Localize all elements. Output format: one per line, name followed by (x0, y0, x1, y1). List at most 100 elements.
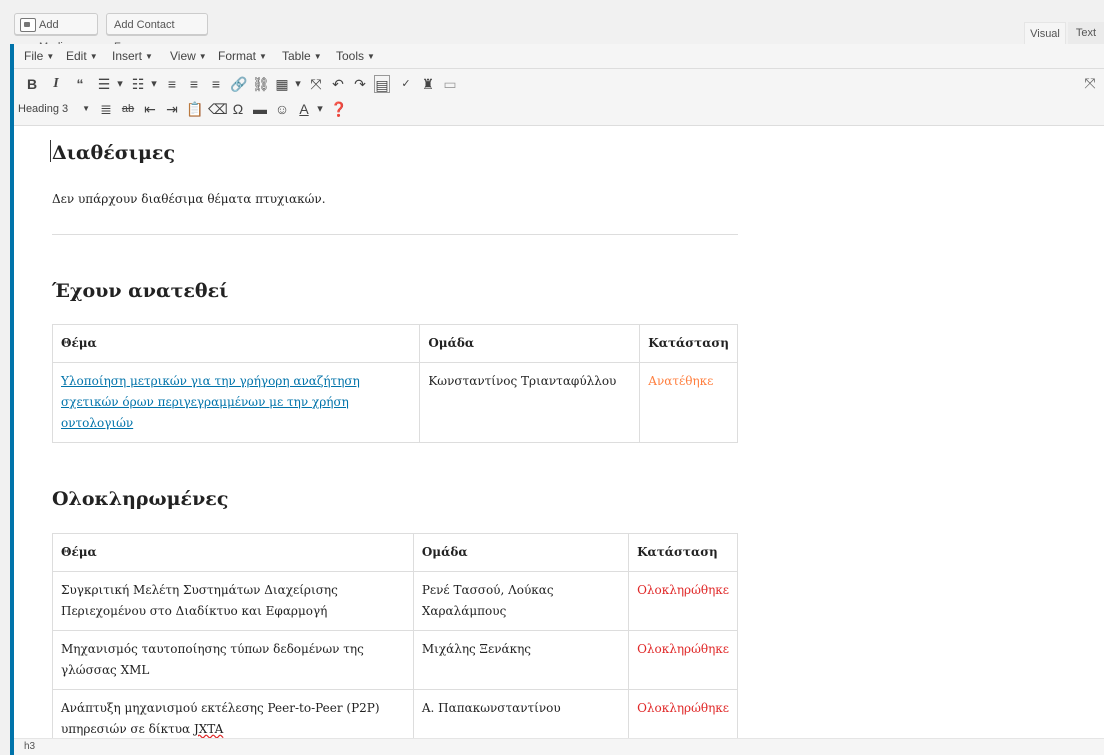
menu-edit[interactable]: Edit ▼ (66, 49, 98, 63)
group-cell: Α. Παπακωνσταντίνου (412, 689, 630, 739)
add-contact-form-button[interactable]: Add Contact Form (106, 13, 208, 53)
table-row: Μηχανισμός ταυτοποίησης τύπων δεδομένων … (52, 630, 738, 690)
menu-format[interactable]: Format ▼ (218, 49, 267, 63)
distraction-free-icon[interactable]: ⤧ (1082, 74, 1098, 92)
editor-statusbar: h3 (14, 738, 1104, 755)
editor-menubar: File ▼ Edit ▼ Insert ▼ View ▼ Format ▼ Table ▼… (14, 44, 1104, 69)
menu-format-label: Format (218, 49, 257, 63)
fullscreen-icon[interactable]: ⤧ (308, 75, 324, 93)
table-row: Συγκριτική Μελέτη Συστημάτων Διαχείρισης… (52, 571, 738, 631)
column-header: Κατάσταση (639, 324, 738, 363)
chevron-down-icon: ▼ (198, 52, 207, 61)
help-icon[interactable]: ❓ (330, 100, 347, 118)
menu-view-label: View (170, 49, 196, 63)
table-icon[interactable]: ▦ (274, 75, 290, 93)
group-cell: Ρενέ Τασσού, Λούκας Χαραλάμπους (412, 571, 630, 631)
topic-cell: Υλοποίηση μετρικών για την γρήγορη αναζή… (51, 362, 421, 443)
menu-tools[interactable]: Tools ▼ (336, 49, 375, 63)
status-cell: Ολοκληρώθηκε (628, 630, 738, 690)
table-header-row: Θέμα Ομάδα Κατάσταση (51, 324, 738, 363)
group-cell: Κωνσταντίνος Τριανταφύλλου (419, 362, 641, 443)
spelling-flagged-word: JXTA (193, 722, 224, 736)
chevron-down-icon: ▼ (259, 52, 267, 61)
group-cell: Μιχάλης Ξενάκης (412, 630, 630, 690)
available-text: Δεν υπάρχουν διαθέσιμα θέματα πτυχιακών. (52, 192, 326, 206)
column-header: Κατάσταση (628, 533, 738, 572)
column-header: Θέμα (51, 324, 421, 363)
stamp-icon[interactable]: ♜ (420, 75, 436, 93)
text-cursor (50, 140, 51, 162)
menu-insert[interactable]: Insert ▼ (112, 49, 153, 63)
menu-tools-label: Tools (336, 49, 365, 63)
format-select[interactable]: Heading 3 ▼ (18, 100, 90, 118)
clear-format-icon[interactable]: ⌫ (208, 100, 228, 118)
completed-table: Θέμα Ομάδα Κατάσταση Συγκριτική Μελέτη Σ… (52, 533, 738, 739)
assigned-table: Θέμα Ομάδα Κατάσταση Υλοποίηση μετρικών … (51, 324, 738, 443)
media-buttons-bar: Add Media Add Contact Form Visual Text (0, 0, 1104, 53)
divider (52, 442, 738, 443)
editor-toolbar: B I “ ☰ ▾ ☷ ▾ ≡ ≡ ≡ 🔗 ⛓ ▦ ▾ ⤧ ↶ ↷ ▤ ✓ ♜ … (14, 69, 1104, 126)
menu-file[interactable]: File ▼ (24, 49, 54, 63)
menu-file-label: File (24, 49, 44, 63)
justify-icon[interactable]: ≣ (98, 100, 114, 118)
emoji-icon[interactable]: ☺ (274, 100, 290, 118)
horizontal-rule-icon[interactable]: ▬ (252, 100, 268, 118)
media-icon[interactable]: ▭ (442, 75, 458, 93)
topic-cell: Ανάπτυξη μηχανισμού εκτέλεσης Peer-to-Pe… (52, 689, 414, 739)
bullet-list-icon[interactable]: ☰ (96, 75, 112, 93)
column-header: Ομάδα (412, 533, 630, 572)
chevron-down-icon[interactable]: ▾ (290, 75, 306, 93)
add-media-button[interactable]: Add Media (14, 13, 98, 53)
chevron-down-icon[interactable]: ▾ (146, 75, 162, 93)
chevron-down-icon[interactable]: ▾ (112, 75, 128, 93)
chevron-down-icon: ▼ (313, 52, 322, 61)
spellcheck-icon[interactable]: ✓ (398, 75, 414, 93)
align-left-icon[interactable]: ≡ (164, 75, 180, 93)
outdent-icon[interactable]: ⇤ (142, 100, 158, 118)
format-select-value: Heading 3 (18, 103, 69, 115)
editor-frame: File ▼ Edit ▼ Insert ▼ View ▼ Format ▼ Table ▼… (10, 44, 1104, 755)
tab-visual[interactable]: Visual (1024, 22, 1066, 44)
tab-text[interactable]: Text (1068, 22, 1104, 44)
table-row: Ανάπτυξη μηχανισμού εκτέλεσης Peer-to-Pe… (52, 689, 738, 739)
status-cell: Ολοκληρώθηκε (628, 571, 738, 631)
table-row: Υλοποίηση μετρικών για την γρήγορη αναζή… (51, 362, 738, 443)
chevron-down-icon[interactable]: ▾ (312, 100, 328, 118)
unlink-icon[interactable]: ⛓ (252, 75, 270, 93)
status-cell: Ολοκληρώθηκε (628, 689, 738, 739)
heading-available: Διαθέσιμες (52, 142, 176, 164)
paste-text-icon[interactable]: 📋 (186, 100, 203, 118)
align-center-icon[interactable]: ≡ (186, 75, 202, 93)
divider (52, 234, 738, 235)
undo-icon[interactable]: ↶ (330, 75, 346, 93)
numbered-list-icon[interactable]: ☷ (130, 75, 146, 93)
heading-assigned: Έχουν ανατεθεί (52, 280, 229, 302)
menu-view[interactable]: View ▼ (170, 49, 207, 63)
bold-icon[interactable]: B (24, 75, 40, 93)
topic-link[interactable]: Υλοποίηση μετρικών για την γρήγορη αναζή… (61, 374, 360, 430)
omega-icon[interactable]: Ω (230, 100, 246, 118)
media-icon (20, 18, 36, 32)
heading-completed: Ολοκληρωμένες (52, 488, 229, 510)
text-color-icon[interactable]: A (296, 100, 312, 118)
column-header: Θέμα (52, 533, 414, 572)
element-path[interactable]: h3 (24, 741, 35, 752)
redo-icon[interactable]: ↷ (352, 75, 368, 93)
italic-icon[interactable]: I (48, 75, 64, 93)
indent-icon[interactable]: ⇥ (164, 100, 180, 118)
align-right-icon[interactable]: ≡ (208, 75, 224, 93)
status-cell: Ανατέθηκε (639, 362, 738, 443)
link-icon[interactable]: 🔗 (230, 75, 247, 93)
chevron-down-icon: ▼ (145, 52, 153, 61)
menu-table-label: Table (282, 49, 311, 63)
menu-table[interactable]: Table ▼ (282, 49, 322, 63)
table-header-row: Θέμα Ομάδα Κατάσταση (52, 533, 738, 572)
column-header: Ομάδα (419, 324, 641, 363)
chevron-down-icon: ▼ (367, 52, 375, 61)
topic-cell: Συγκριτική Μελέτη Συστημάτων Διαχείρισης… (52, 571, 414, 631)
editor-content[interactable]: Διαθέσιμες Δεν υπάρχουν διαθέσιμα θέματα… (14, 126, 1104, 739)
chevron-down-icon: ▼ (46, 52, 55, 61)
blockquote-icon[interactable]: “ (72, 75, 88, 93)
keyboard-icon[interactable]: ▤ (374, 75, 390, 93)
strikethrough-icon[interactable]: ab (120, 100, 136, 118)
